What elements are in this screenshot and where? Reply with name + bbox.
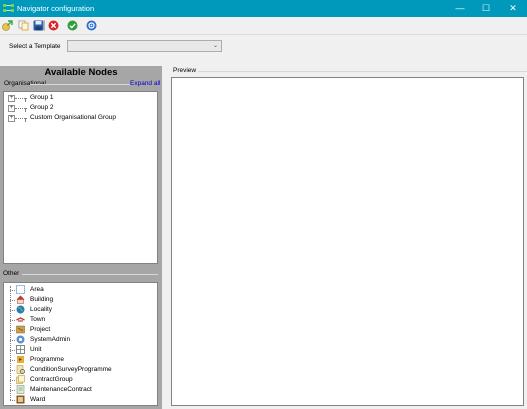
node-label: ConditionSurveyProgramme (30, 366, 112, 373)
node-label: Building (30, 296, 54, 303)
maximize-icon: ☐ (481, 3, 491, 13)
organisational-tree[interactable]: + Group 1 + Group 2 + Custom Organisatio… (3, 91, 158, 264)
tree-item-label: Group 1 (30, 94, 54, 101)
node-label: SystemAdmin (30, 336, 71, 343)
locality-icon (16, 305, 25, 314)
programme-icon (17, 356, 24, 363)
node-label: Area (30, 286, 44, 293)
condition-survey-icon (16, 365, 25, 374)
preview-label: Preview (173, 67, 197, 74)
node-label: Locality (30, 306, 53, 313)
tree-item-label: Group 2 (30, 104, 54, 111)
node-label: ContractGroup (30, 376, 73, 383)
minimize-button[interactable]: — (447, 0, 473, 17)
tree-connector-hook (25, 98, 26, 102)
other-tree[interactable]: Area Building Locality Town Project Syst… (3, 282, 158, 406)
node-label: Project (30, 326, 51, 333)
chevron-down-icon: ⌄ (212, 43, 218, 49)
area-icon (16, 285, 25, 294)
tree-connector-hook (25, 108, 26, 112)
minimize-icon: — (455, 3, 465, 13)
close-button[interactable]: ✕ (500, 0, 526, 17)
save-icon[interactable] (33, 20, 44, 31)
node-label: MaintenanceContract (30, 386, 92, 393)
confirm-icon[interactable] (67, 20, 78, 31)
app-icon (3, 4, 14, 12)
expand-icon[interactable]: + (8, 95, 15, 102)
available-nodes-title: Available Nodes (44, 67, 118, 78)
system-admin-icon (16, 335, 25, 344)
node-label: Programme (30, 356, 64, 363)
delete-icon[interactable] (48, 20, 59, 31)
toolbar-separator (44, 20, 45, 31)
copy-icon[interactable] (18, 20, 29, 31)
maintenance-contract-icon (16, 385, 25, 394)
node-label: Unit (30, 346, 42, 353)
window-title: Navigator configuration (17, 4, 95, 13)
organisational-divider (30, 84, 130, 85)
project-icon (16, 325, 25, 334)
preview-area (171, 77, 524, 406)
ward-icon (16, 395, 25, 404)
title-bar: Navigator configuration — ☐ ✕ (0, 0, 527, 17)
maximize-button[interactable]: ☐ (473, 0, 499, 17)
unit-icon (16, 345, 25, 354)
tree-connector-hook (25, 118, 26, 122)
settings-icon[interactable] (86, 20, 97, 31)
town-icon (16, 317, 25, 322)
building-icon (16, 295, 25, 304)
new-icon[interactable] (2, 20, 13, 31)
template-select[interactable]: ⌄ (67, 40, 222, 52)
node-label: Ward (30, 396, 46, 403)
other-label: Other (3, 270, 20, 277)
tree-connector (10, 286, 11, 400)
node-label: Town (30, 316, 46, 323)
template-label: Select a Template (9, 43, 61, 50)
preview-divider (198, 71, 527, 72)
other-divider (22, 274, 158, 275)
expand-all-link[interactable]: Expand all (130, 80, 160, 87)
expand-icon[interactable]: + (8, 105, 15, 112)
expand-icon[interactable]: + (8, 115, 15, 122)
tree-item-label: Custom Organisational Group (30, 114, 116, 121)
toolbar (0, 17, 527, 35)
contract-group-icon (16, 375, 25, 384)
close-icon: ✕ (509, 3, 517, 13)
